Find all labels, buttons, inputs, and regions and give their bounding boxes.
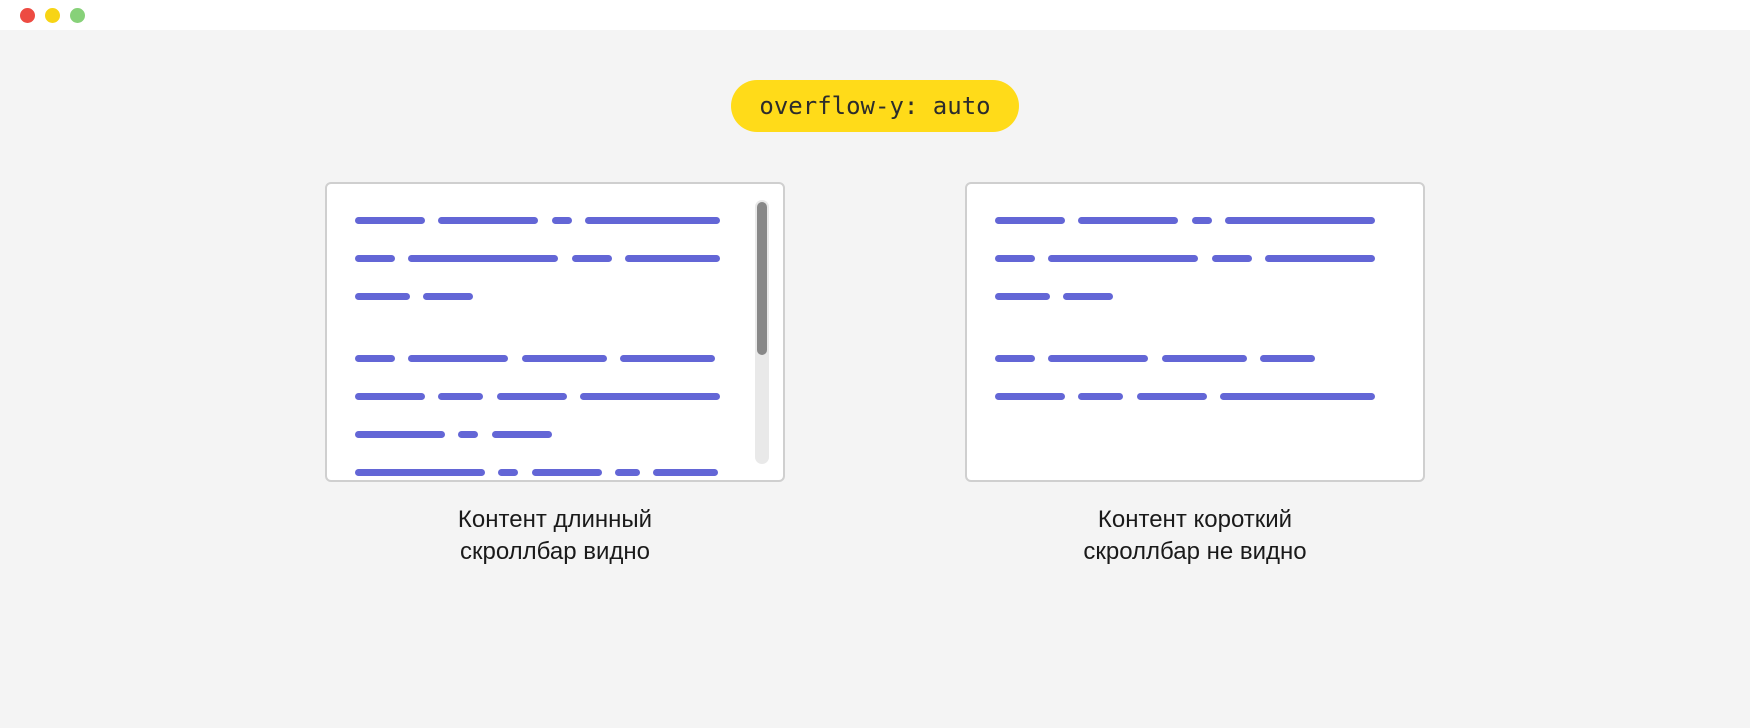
caption-line: Контент длинный bbox=[458, 506, 652, 533]
window-title-bar bbox=[0, 0, 1750, 30]
caption-long: Контент длинный скроллбар видно bbox=[458, 504, 652, 569]
example-short-content: Контент короткий скроллбар не видно bbox=[965, 182, 1425, 569]
diagram-canvas: overflow-y: auto bbox=[0, 30, 1750, 728]
examples-row: Контент длинный скроллбар видно bbox=[325, 182, 1425, 569]
caption-short: Контент короткий скроллбар не видно bbox=[1083, 504, 1306, 569]
caption-line: Контент короткий bbox=[1098, 506, 1292, 533]
placeholder-text-lines bbox=[995, 212, 1395, 426]
scrollbar-thumb[interactable] bbox=[757, 202, 767, 355]
minimize-icon[interactable] bbox=[45, 8, 60, 23]
placeholder-text-lines bbox=[355, 212, 739, 482]
caption-line: скроллбар не видно bbox=[1083, 538, 1306, 565]
example-long-content: Контент длинный скроллбар видно bbox=[325, 182, 785, 569]
content-box-with-scroll bbox=[325, 182, 785, 482]
css-property-pill: overflow-y: auto bbox=[731, 80, 1018, 132]
content-box-no-scroll bbox=[965, 182, 1425, 482]
close-icon[interactable] bbox=[20, 8, 35, 23]
caption-line: скроллбар видно bbox=[460, 538, 650, 565]
maximize-icon[interactable] bbox=[70, 8, 85, 23]
scrollbar-track[interactable] bbox=[755, 200, 769, 464]
